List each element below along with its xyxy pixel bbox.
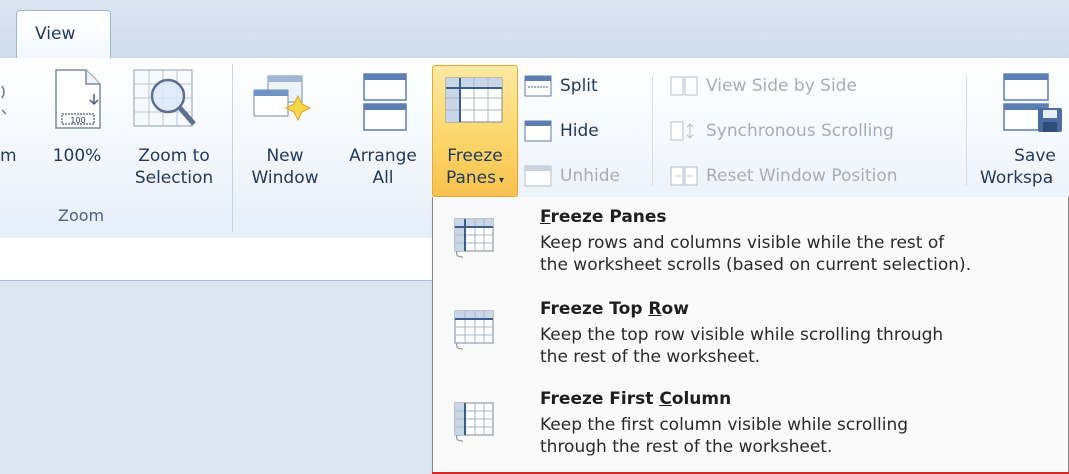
split-icon	[524, 75, 552, 97]
hundred-percent-icon[interactable]: 100	[50, 68, 106, 134]
arrange-all-label-line2[interactable]: All	[338, 168, 428, 189]
arrange-all-icon[interactable]	[362, 72, 408, 136]
synchronous-scrolling-label: Synchronous Scrolling	[706, 121, 894, 141]
view-side-by-side-button: View Side by Side	[670, 73, 857, 99]
freeze-top-row-icon	[451, 307, 497, 357]
freeze-panes-label-line2[interactable]: Panes ▾	[432, 168, 518, 191]
menu-item-title: Freeze Panes	[540, 207, 667, 227]
new-window-icon[interactable]	[252, 74, 312, 128]
unhide-button: Unhide	[524, 163, 620, 189]
menu-item-freeze-top-row[interactable]: Freeze Top Row Keep the top row visible …	[433, 289, 1069, 379]
menu-item-title: Freeze Top Row	[540, 299, 689, 319]
zoom-to-selection-label-line1[interactable]: Zoom to	[124, 146, 224, 167]
zoom-group-label: Zoom	[58, 206, 105, 225]
zoom-icon-partial	[0, 84, 8, 128]
title-text: Freeze Top	[540, 299, 649, 319]
menu-item-description-line1: Keep the first column visible while scro…	[540, 415, 909, 435]
reset-window-position-icon	[670, 166, 698, 186]
hide-button[interactable]: Hide	[524, 118, 599, 144]
menu-item-freeze-panes[interactable]: Freeze Panes Keep rows and columns visib…	[433, 197, 1069, 287]
zoom-to-selection-icon[interactable]	[132, 66, 202, 136]
view-side-by-side-label: View Side by Side	[706, 76, 857, 96]
freeze-panes-label-line1[interactable]: Freeze	[432, 146, 518, 167]
new-window-label-line1[interactable]: New	[240, 146, 330, 167]
title-text: Freeze First	[540, 389, 660, 409]
reset-window-position-button: Reset Window Position	[670, 163, 898, 189]
group-separator	[232, 64, 233, 232]
chevron-down-icon: ▾	[498, 175, 505, 186]
view-side-by-side-icon	[670, 76, 698, 96]
split-button[interactable]: Split	[524, 73, 598, 99]
new-window-label-line2[interactable]: Window	[240, 168, 330, 189]
arrange-all-label-line1[interactable]: Arrange	[338, 146, 428, 167]
tab-view[interactable]: View	[16, 10, 111, 59]
menu-item-freeze-first-column[interactable]: Freeze First Column Keep the first colum…	[433, 381, 1069, 471]
accelerator-key: F	[540, 207, 551, 227]
menu-item-description-line1: Keep rows and columns visible while the …	[540, 233, 945, 253]
synchronous-scrolling-icon	[670, 121, 694, 141]
title-text: reeze Panes	[550, 207, 667, 227]
freeze-panes-menu: Freeze Panes Keep rows and columns visib…	[432, 197, 1069, 474]
menu-item-description-line2: the worksheet scrolls (based on current …	[540, 255, 972, 275]
svg-text:100: 100	[70, 116, 85, 125]
accelerator-key: C	[659, 389, 672, 409]
reset-window-position-label: Reset Window Position	[706, 166, 898, 186]
accelerator-key: R	[648, 299, 662, 319]
split-label: Split	[560, 76, 598, 96]
save-workspace-label-line2[interactable]: Workspa	[980, 168, 1069, 189]
menu-item-description-line2: the rest of the worksheet.	[540, 347, 761, 367]
title-text: olumn	[671, 389, 732, 409]
freeze-panes-icon	[444, 76, 504, 130]
hide-label: Hide	[560, 121, 599, 141]
freeze-panes-icon	[451, 215, 497, 265]
save-workspace-icon[interactable]	[1002, 72, 1064, 138]
freeze-panes-label-text: Panes	[445, 168, 496, 188]
unhide-label: Unhide	[560, 166, 620, 186]
zoom-to-selection-label-line2[interactable]: Selection	[124, 168, 224, 189]
menu-item-description-line2: through the rest of the worksheet.	[540, 437, 833, 457]
unhide-window-icon	[524, 165, 552, 187]
hide-window-icon	[524, 120, 552, 142]
menu-item-title: Freeze First Column	[540, 389, 731, 409]
title-text: ow	[661, 299, 689, 319]
menu-item-description-line1: Keep the top row visible while scrolling…	[540, 325, 944, 345]
ribbon-tab-strip: View	[0, 0, 1069, 59]
hundred-percent-label[interactable]: 100%	[44, 146, 110, 167]
save-workspace-label-line1[interactable]: Save	[990, 146, 1069, 167]
divider	[652, 76, 653, 186]
zoom-button-partial-label[interactable]: m	[0, 146, 17, 167]
divider	[966, 76, 967, 186]
freeze-first-column-icon	[451, 399, 497, 449]
synchronous-scrolling-button: Synchronous Scrolling	[670, 118, 894, 144]
